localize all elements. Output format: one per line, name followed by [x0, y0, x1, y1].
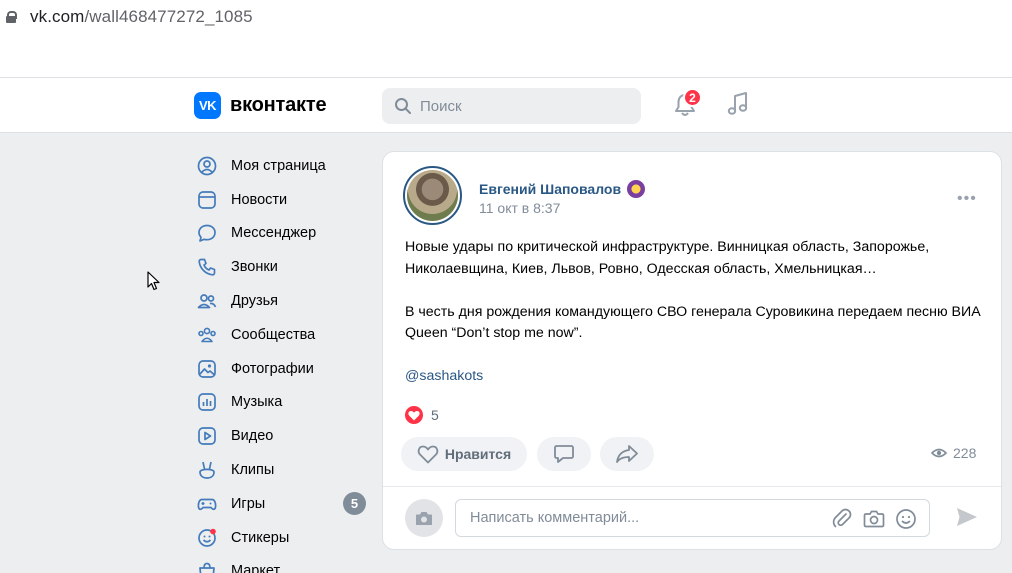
sidebar-item-label: Стикеры — [231, 529, 290, 546]
lock-icon — [6, 10, 17, 23]
post-mention-link[interactable]: @sashakots — [405, 368, 483, 384]
sidebar-item-photos[interactable]: Фотографии — [197, 352, 372, 386]
comment-divider — [383, 486, 1001, 487]
attach-icon[interactable] — [831, 508, 853, 530]
left-sidebar: Моя страница Новости Мессенджер Звонки Д… — [197, 149, 372, 573]
music-icon — [197, 392, 217, 412]
likes-count: 5 — [431, 407, 439, 423]
like-button-label: Нравится — [444, 446, 512, 462]
sidebar-item-label: Видео — [231, 428, 274, 445]
sidebar-item-label: Новости — [231, 191, 288, 208]
photo-camera-icon[interactable] — [863, 508, 885, 530]
vk-logo-text: вконтакте — [230, 94, 327, 116]
music-player-button[interactable] — [726, 91, 750, 117]
sidebar-item-clips[interactable]: Клипы — [197, 453, 372, 487]
sidebar-item-communities[interactable]: Сообщества — [197, 318, 372, 352]
sidebar-item-games[interactable]: Игры 5 — [197, 487, 372, 521]
sidebar-item-label: Клипы — [231, 462, 275, 479]
vk-header: VK вконтакте Поиск 2 — [0, 78, 1012, 133]
sidebar-item-label: Фотографии — [231, 360, 314, 377]
search-icon — [395, 98, 411, 114]
sidebar-item-stickers[interactable]: Стикеры — [197, 521, 372, 555]
communities-icon — [197, 325, 217, 345]
heart-icon — [405, 406, 423, 424]
music-note-icon — [727, 92, 748, 115]
notifications-button[interactable]: 2 — [672, 88, 702, 118]
views-count: 228 — [953, 445, 977, 461]
heart-outline-icon — [417, 445, 439, 464]
url-path: /wall468477272_1085 — [84, 6, 253, 26]
emoji-icon[interactable] — [895, 508, 917, 530]
views-counter: 228 — [931, 445, 976, 461]
bookmarks-bar — [0, 33, 1012, 78]
mouse-cursor-icon — [147, 271, 160, 291]
url-host: vk.com — [30, 6, 85, 26]
camera-icon — [416, 511, 432, 525]
sidebar-item-calls[interactable]: Звонки — [197, 250, 372, 284]
search-input[interactable]: Поиск — [382, 88, 641, 124]
comment-input[interactable]: Написать комментарий... — [455, 499, 930, 537]
video-icon — [197, 426, 217, 446]
url-text[interactable]: vk.com/wall468477272_1085 — [30, 7, 253, 27]
photos-icon — [197, 359, 217, 379]
vk-logo[interactable]: VK вконтакте — [194, 92, 327, 119]
sidebar-item-video[interactable]: Видео — [197, 419, 372, 453]
sidebar-item-label: Музыка — [231, 394, 283, 411]
comment-icon — [554, 445, 574, 463]
post-text: Новые удары по критической инфраструктур… — [405, 237, 985, 409]
comment-placeholder: Написать комментарий... — [470, 510, 640, 526]
post-paragraph: Новые удары по критической инфраструктур… — [405, 239, 930, 277]
games-count-badge: 5 — [343, 492, 366, 516]
sidebar-item-music[interactable]: Музыка — [197, 386, 372, 420]
notifications-badge: 2 — [683, 88, 702, 107]
post-date[interactable]: 11 окт в 8:37 — [479, 200, 560, 216]
stickers-icon — [197, 528, 217, 548]
profile-icon — [197, 156, 217, 176]
sidebar-item-friends[interactable]: Друзья — [197, 284, 372, 318]
phone-icon — [197, 257, 217, 277]
share-icon — [616, 445, 638, 463]
sidebar-item-label: Маркет — [231, 563, 281, 573]
send-icon[interactable] — [956, 507, 978, 527]
games-icon — [197, 494, 217, 514]
sidebar-item-label: Моя страница — [231, 157, 326, 174]
sidebar-item-label: Сообщества — [231, 326, 316, 343]
friends-icon — [197, 291, 217, 311]
messenger-icon — [197, 223, 217, 243]
post-card: Евгений Шаповалов 11 окт в 8:37 ••• Новы… — [382, 151, 1002, 550]
sidebar-item-label: Звонки — [231, 259, 278, 276]
browser-address-bar[interactable]: vk.com/wall468477272_1085 — [0, 0, 1012, 33]
sidebar-item-news[interactable]: Новости — [197, 183, 372, 217]
author-emblem-icon — [627, 180, 646, 198]
avatar-photo — [407, 170, 458, 221]
market-icon — [197, 561, 217, 573]
news-icon — [197, 190, 217, 210]
sidebar-item-label: Мессенджер — [231, 225, 317, 242]
like-button[interactable]: Нравится — [401, 437, 527, 471]
clips-icon — [197, 460, 217, 480]
search-placeholder: Поиск — [420, 97, 462, 115]
eye-icon — [931, 448, 947, 458]
comment-input-tools — [831, 508, 917, 530]
commenter-avatar — [405, 499, 443, 537]
vk-logo-mark: VK — [194, 92, 221, 119]
author-avatar[interactable] — [403, 166, 462, 225]
sidebar-item-my-page[interactable]: Моя страница — [197, 149, 372, 183]
sidebar-item-market[interactable]: Маркет — [197, 555, 372, 573]
sidebar-item-label: Друзья — [231, 293, 279, 310]
sidebar-item-messenger[interactable]: Мессенджер — [197, 217, 372, 251]
likes-summary[interactable]: 5 — [405, 406, 439, 424]
share-button[interactable] — [600, 437, 654, 471]
post-paragraph: В честь дня рождения командующего СВО ге… — [405, 303, 981, 342]
more-options-icon[interactable]: ••• — [957, 190, 977, 208]
sidebar-item-label: Игры — [231, 495, 266, 512]
comment-button[interactable] — [537, 437, 591, 471]
author-name: Евгений Шаповалов — [479, 181, 622, 197]
post-author[interactable]: Евгений Шаповалов — [479, 180, 646, 198]
